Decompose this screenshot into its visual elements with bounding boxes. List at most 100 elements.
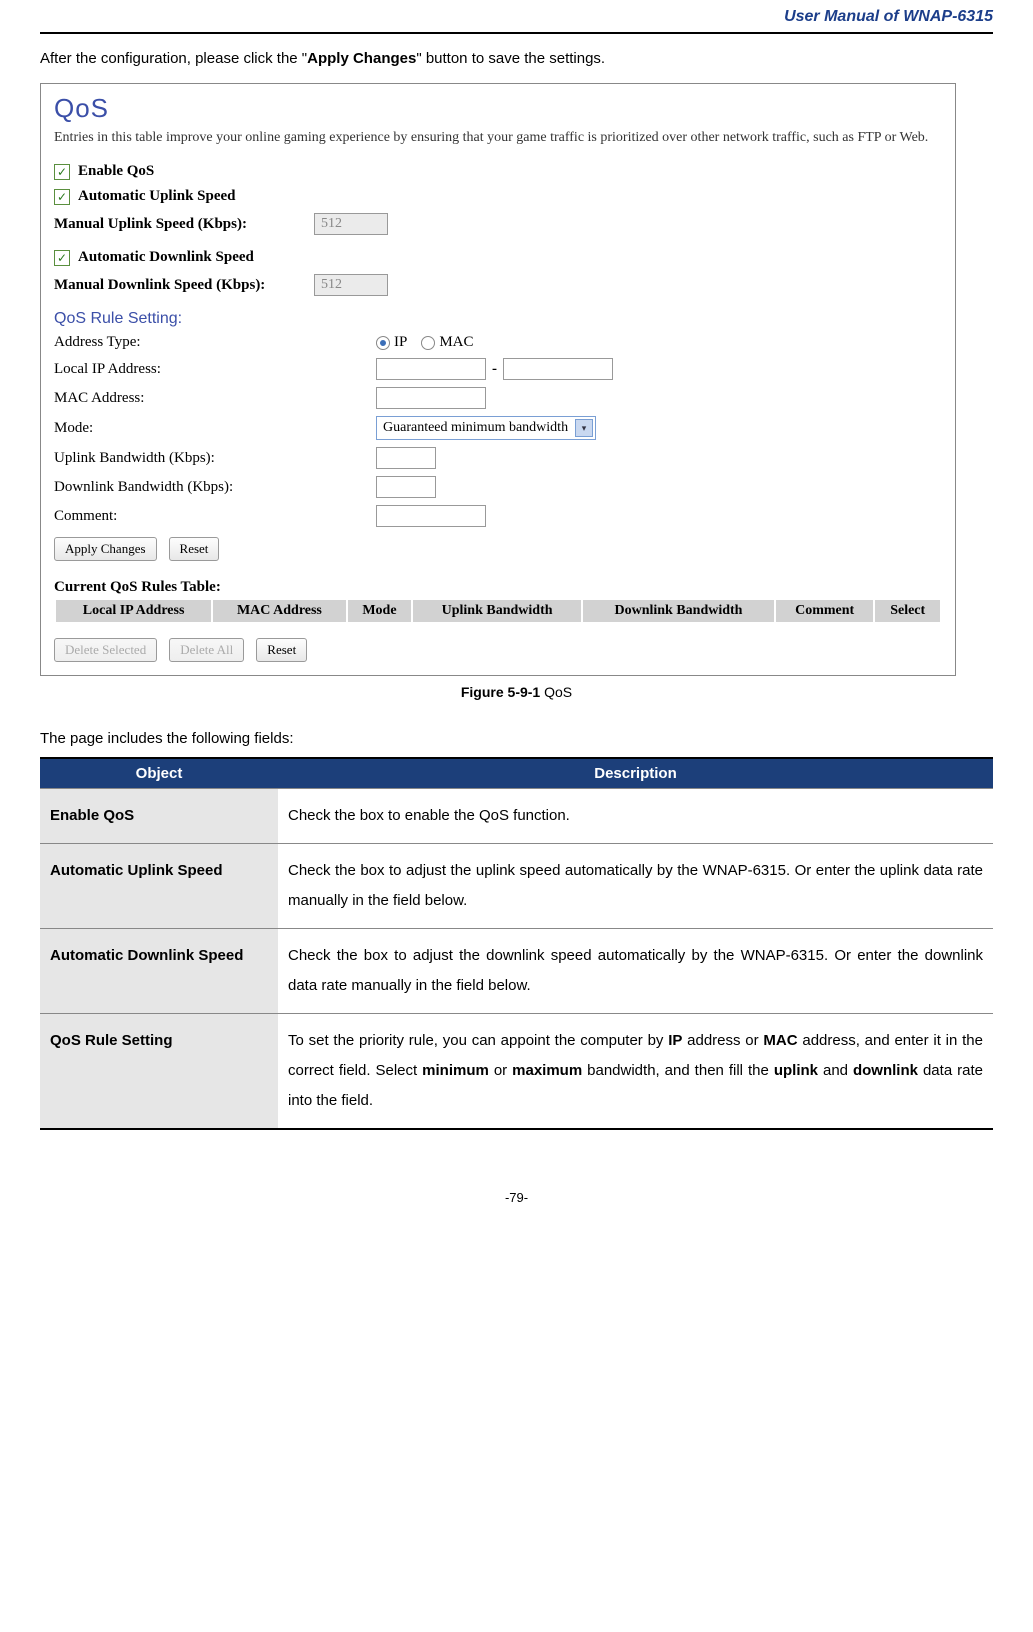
- qos-description: Entries in this table improve your onlin…: [54, 128, 942, 148]
- col-uplink: Uplink Bandwidth: [412, 599, 582, 623]
- obj-auto-uplink: Automatic Uplink Speed: [40, 844, 278, 929]
- local-ip-to-input[interactable]: [503, 358, 613, 380]
- desc-bold: MAC: [763, 1032, 797, 1049]
- desc-part: To set the priority rule, you can appoin…: [288, 1032, 668, 1049]
- col-downlink: Downlink Bandwidth: [582, 599, 775, 623]
- manual-downlink-input[interactable]: 512: [314, 274, 388, 296]
- desc-part: or: [489, 1062, 512, 1079]
- mode-label: Mode:: [54, 420, 376, 437]
- intro-text: After the configuration, please click th…: [40, 48, 993, 71]
- intro-suffix: " button to save the settings.: [416, 50, 605, 67]
- header-rule: [40, 32, 993, 34]
- auto-downlink-checkbox[interactable]: ✓: [54, 250, 70, 266]
- desc-bold: IP: [668, 1032, 682, 1049]
- reset-button[interactable]: Reset: [169, 537, 220, 561]
- auto-uplink-checkbox[interactable]: ✓: [54, 189, 70, 205]
- page-number: -79-: [40, 1190, 993, 1205]
- qos-rule-setting-heading: QoS Rule Setting:: [54, 310, 942, 328]
- rules-table: Local IP Address MAC Address Mode Uplink…: [54, 598, 942, 624]
- mode-row: Mode: Guaranteed minimum bandwidth ▾: [54, 416, 942, 440]
- comment-row: Comment:: [54, 505, 942, 527]
- local-ip-row: Local IP Address: -: [54, 358, 942, 380]
- radio-ip[interactable]: [376, 336, 390, 350]
- radio-mac[interactable]: [421, 336, 435, 350]
- comment-label: Comment:: [54, 508, 376, 525]
- uplink-bw-input[interactable]: [376, 447, 436, 469]
- col-select: Select: [874, 599, 941, 623]
- manual-uplink-input[interactable]: 512: [314, 213, 388, 235]
- desc-part: address or: [682, 1032, 763, 1049]
- intro-bold: Apply Changes: [307, 50, 416, 67]
- desc-part: bandwidth, and then fill the: [582, 1062, 774, 1079]
- desc-auto-uplink: Check the box to adjust the uplink speed…: [278, 844, 993, 929]
- address-type-row: Address Type: IP MAC: [54, 334, 942, 351]
- ip-range-dash: -: [492, 361, 497, 378]
- desc-part: and: [818, 1062, 853, 1079]
- figure-caption-bold: Figure 5-9-1: [461, 684, 540, 700]
- downlink-bw-row: Downlink Bandwidth (Kbps):: [54, 476, 942, 498]
- delete-all-button[interactable]: Delete All: [169, 638, 244, 662]
- desc-enable-qos: Check the box to enable the QoS function…: [278, 789, 993, 844]
- fields-intro: The page includes the following fields:: [40, 730, 993, 747]
- mode-select-value: Guaranteed minimum bandwidth: [383, 420, 568, 436]
- desc-auto-downlink: Check the box to adjust the downlink spe…: [278, 929, 993, 1014]
- intro-prefix: After the configuration, please click th…: [40, 50, 307, 67]
- rules-table-header-row: Local IP Address MAC Address Mode Uplink…: [55, 599, 941, 623]
- desc-bold: uplink: [774, 1062, 818, 1079]
- uplink-bw-row: Uplink Bandwidth (Kbps):: [54, 447, 942, 469]
- radio-ip-label: IP: [394, 334, 407, 351]
- col-mac: MAC Address: [212, 599, 346, 623]
- auto-uplink-row: ✓ Automatic Uplink Speed: [54, 188, 942, 205]
- header-title: User Manual of WNAP-6315: [40, 8, 993, 26]
- figure-caption-rest: QoS: [540, 684, 572, 700]
- downlink-bw-label: Downlink Bandwidth (Kbps):: [54, 479, 376, 496]
- col-mode: Mode: [347, 599, 413, 623]
- local-ip-label: Local IP Address:: [54, 361, 376, 378]
- desc-bold: minimum: [422, 1062, 489, 1079]
- manual-uplink-label: Manual Uplink Speed (Kbps):: [54, 216, 314, 233]
- auto-downlink-row: ✓ Automatic Downlink Speed: [54, 249, 942, 266]
- table-row: Automatic Downlink Speed Check the box t…: [40, 929, 993, 1014]
- table-row: Automatic Uplink Speed Check the box to …: [40, 844, 993, 929]
- desc-bold: maximum: [512, 1062, 582, 1079]
- mac-address-label: MAC Address:: [54, 390, 376, 407]
- qos-title: QoS: [54, 93, 942, 124]
- delete-selected-button[interactable]: Delete Selected: [54, 638, 157, 662]
- qos-screenshot: QoS Entries in this table improve your o…: [40, 83, 956, 677]
- rules-table-heading: Current QoS Rules Table:: [54, 579, 942, 596]
- table-row: QoS Rule Setting To set the priority rul…: [40, 1014, 993, 1130]
- manual-downlink-label: Manual Downlink Speed (Kbps):: [54, 277, 314, 294]
- reset-button-2[interactable]: Reset: [256, 638, 307, 662]
- auto-uplink-label: Automatic Uplink Speed: [78, 188, 236, 205]
- obj-auto-downlink: Automatic Downlink Speed: [40, 929, 278, 1014]
- uplink-bw-label: Uplink Bandwidth (Kbps):: [54, 450, 376, 467]
- figure-caption: Figure 5-9-1 QoS: [40, 684, 993, 700]
- desc-qos-rule-setting: To set the priority rule, you can appoin…: [278, 1014, 993, 1130]
- description-table: Object Description Enable QoS Check the …: [40, 757, 993, 1130]
- table-row: Enable QoS Check the box to enable the Q…: [40, 789, 993, 844]
- col-local-ip: Local IP Address: [55, 599, 212, 623]
- button-row-2: Delete Selected Delete All Reset: [54, 638, 942, 662]
- comment-input[interactable]: [376, 505, 486, 527]
- enable-qos-label: Enable QoS: [78, 163, 154, 180]
- downlink-bw-input[interactable]: [376, 476, 436, 498]
- chevron-down-icon: ▾: [575, 419, 593, 437]
- desc-header-description: Description: [278, 758, 993, 789]
- enable-qos-checkbox[interactable]: ✓: [54, 164, 70, 180]
- local-ip-from-input[interactable]: [376, 358, 486, 380]
- enable-qos-row: ✓ Enable QoS: [54, 163, 942, 180]
- obj-qos-rule-setting: QoS Rule Setting: [40, 1014, 278, 1130]
- desc-bold: downlink: [853, 1062, 918, 1079]
- apply-changes-button[interactable]: Apply Changes: [54, 537, 157, 561]
- mode-select[interactable]: Guaranteed minimum bandwidth ▾: [376, 416, 596, 440]
- button-row-1: Apply Changes Reset: [54, 537, 942, 561]
- auto-downlink-label: Automatic Downlink Speed: [78, 249, 254, 266]
- desc-header-object: Object: [40, 758, 278, 789]
- col-comment: Comment: [775, 599, 874, 623]
- desc-table-header: Object Description: [40, 758, 993, 789]
- obj-enable-qos: Enable QoS: [40, 789, 278, 844]
- address-type-label: Address Type:: [54, 334, 376, 351]
- manual-downlink-row: Manual Downlink Speed (Kbps): 512: [54, 274, 942, 296]
- mac-address-input[interactable]: [376, 387, 486, 409]
- manual-uplink-row: Manual Uplink Speed (Kbps): 512: [54, 213, 942, 235]
